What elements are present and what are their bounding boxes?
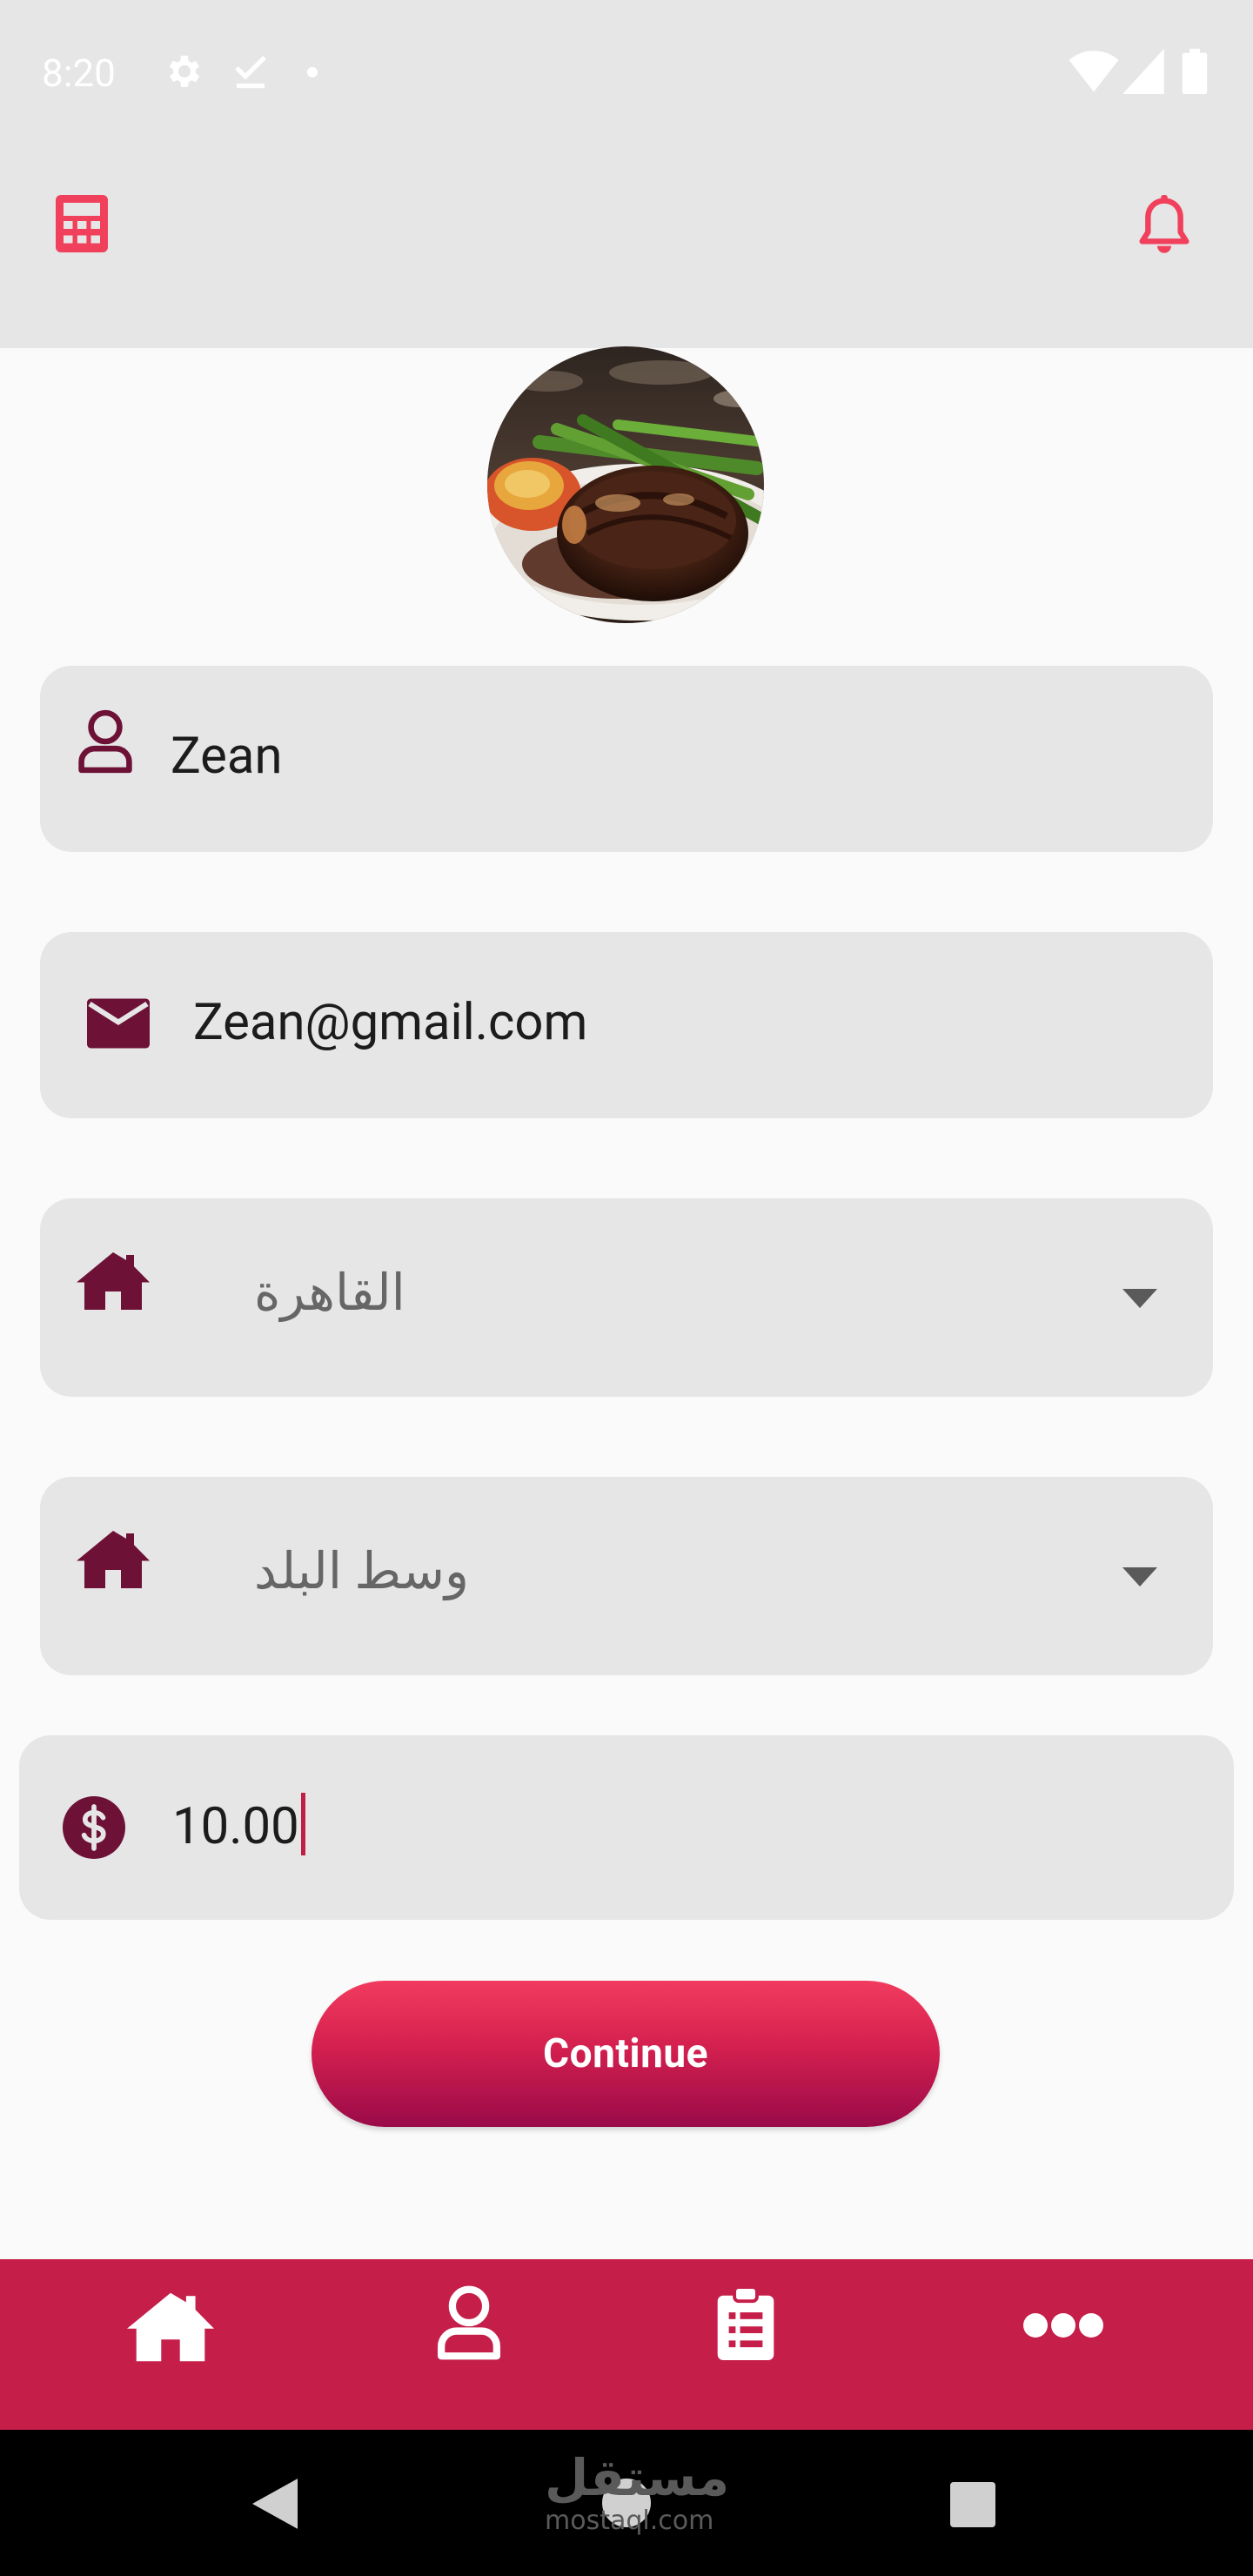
bottom-nav bbox=[0, 2259, 1253, 2430]
more-icon[interactable] bbox=[1023, 2313, 1103, 2338]
district-value: وسط البلد bbox=[254, 1542, 469, 1601]
watermark: مستقل mostaql.com bbox=[545, 2447, 730, 2560]
amount-field[interactable]: 10.00 bbox=[19, 1735, 1234, 1920]
battery-icon bbox=[1182, 49, 1208, 94]
back-icon[interactable] bbox=[252, 2479, 298, 2529]
continue-button[interactable]: Continue bbox=[312, 1981, 940, 2127]
home-icon bbox=[77, 1252, 150, 1310]
wifi-icon bbox=[1069, 50, 1119, 92]
dollar-icon bbox=[63, 1796, 125, 1859]
email-field[interactable]: Zean@gmail.com bbox=[40, 932, 1213, 1118]
text-cursor bbox=[300, 1793, 305, 1855]
amount-value: 10.00 bbox=[172, 1793, 305, 1856]
signal-icon bbox=[1122, 49, 1164, 94]
chevron-down-icon bbox=[1122, 1289, 1157, 1308]
name-value: Zean bbox=[171, 727, 283, 786]
status-bar: 8:20 bbox=[0, 0, 1253, 148]
calculator-icon[interactable] bbox=[56, 195, 108, 252]
avatar[interactable] bbox=[487, 346, 764, 623]
chevron-down-icon bbox=[1122, 1567, 1157, 1587]
watermark-arabic: مستقل bbox=[545, 2448, 730, 2507]
status-time: 8:20 bbox=[42, 50, 116, 96]
envelope-icon bbox=[87, 998, 150, 1049]
home-icon[interactable] bbox=[127, 2292, 214, 2362]
app-bar bbox=[0, 148, 1253, 348]
city-dropdown[interactable]: القاهرة bbox=[40, 1198, 1213, 1397]
settings-icon bbox=[169, 56, 200, 87]
user-icon[interactable] bbox=[435, 2285, 503, 2360]
email-value: Zean@gmail.com bbox=[193, 993, 588, 1052]
district-dropdown[interactable]: وسط البلد bbox=[40, 1477, 1213, 1675]
home-icon bbox=[77, 1531, 150, 1588]
dot-icon bbox=[307, 67, 318, 77]
user-icon bbox=[78, 709, 132, 774]
city-value: القاهرة bbox=[254, 1264, 405, 1323]
bell-icon[interactable] bbox=[1136, 195, 1192, 258]
recents-icon[interactable] bbox=[950, 2482, 995, 2527]
food-photo bbox=[487, 346, 764, 623]
name-field[interactable]: Zean bbox=[40, 666, 1213, 852]
download-done-icon bbox=[235, 56, 266, 89]
watermark-latin: mostaql.com bbox=[545, 2506, 714, 2536]
clipboard-icon[interactable] bbox=[717, 2287, 774, 2360]
